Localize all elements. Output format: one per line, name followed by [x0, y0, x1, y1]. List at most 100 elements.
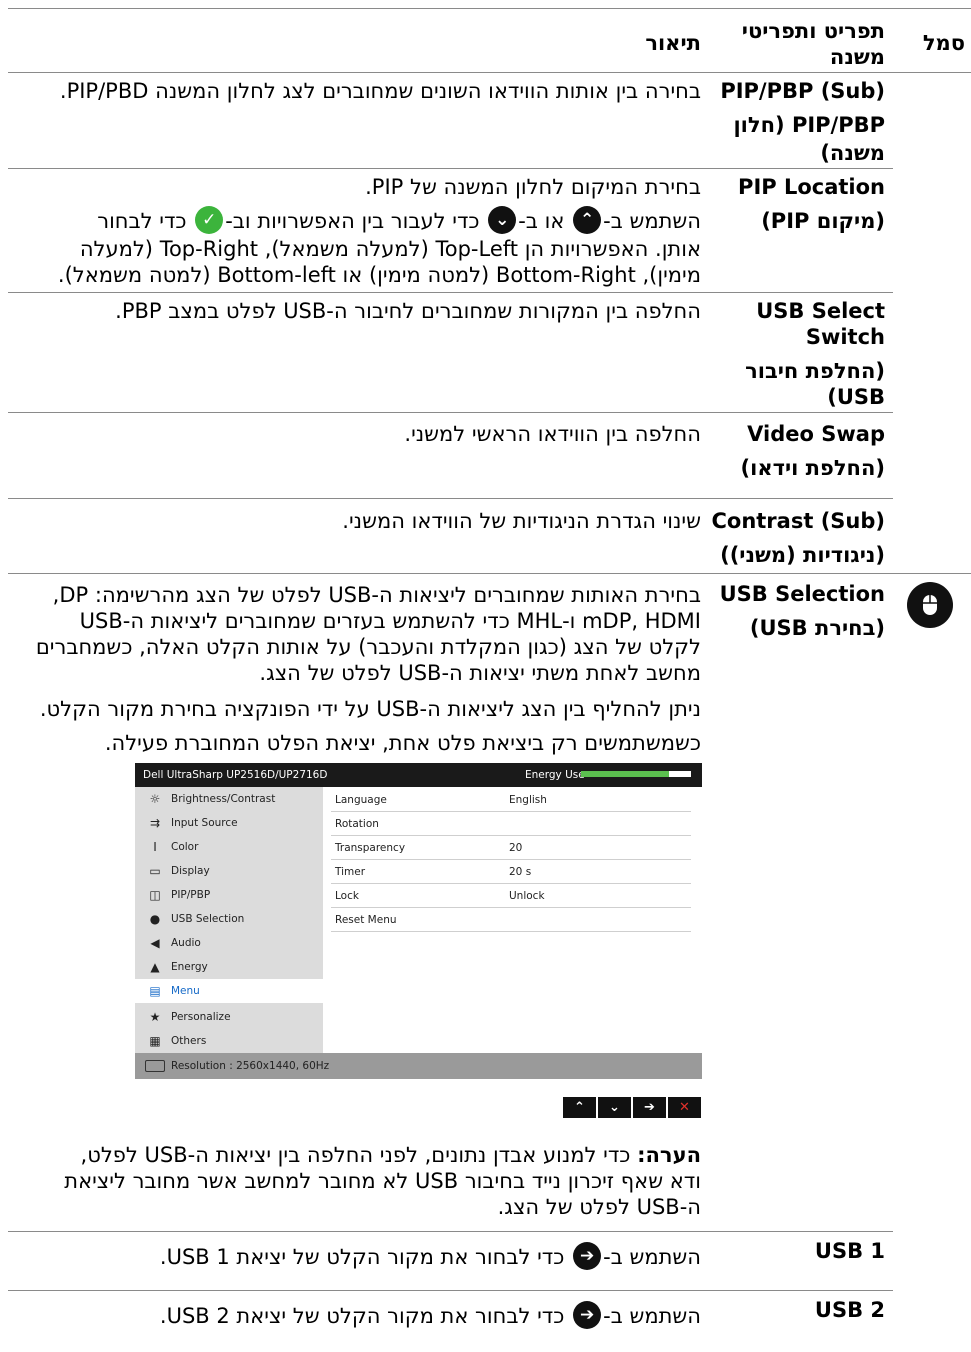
osd-menu-item-menu[interactable]: ▤ Menu — [135, 979, 323, 1003]
up-arrow-icon: ⌃ — [573, 206, 602, 234]
row-item: PIP/PBP (Sub) — [720, 79, 885, 103]
row-description: mDP, HDMI ו-MHL כדי להשתמש בעזרים שמחובר… — [79, 609, 701, 633]
header-item: תפריט ותפריטי — [741, 19, 885, 43]
osd-setting-row[interactable]: Language English — [331, 788, 691, 812]
row-item: PIP Location — [738, 175, 885, 199]
row-description: מימין), Bottom-Right (למטה מימין) או Bot… — [57, 263, 701, 287]
energy-use-fill — [581, 771, 669, 777]
row-item: Contrast (Sub) — [711, 509, 885, 533]
row-item: Video Swap — [747, 422, 885, 446]
osd-nav-buttons: ⌃ ⌄ ➔ ✕ — [563, 1097, 702, 1118]
osd-menu-screenshot: Dell UltraSharp UP2516D/UP2716D Energy U… — [135, 763, 702, 1079]
osd-status-bar: Resolution : 2560x1440, 60Hz — [135, 1053, 702, 1079]
right-arrow-icon: ➔ — [573, 1301, 602, 1329]
row-description: ניתן להחליף בין הצג ליציאות ה-USB על ידי… — [39, 697, 701, 721]
row-item: Switch — [805, 325, 885, 349]
header-rule — [8, 72, 971, 73]
header-item: משנה — [829, 45, 885, 69]
display-icon: ▭ — [149, 864, 161, 878]
osd-menu-item-others[interactable]: ▦ Others — [135, 1029, 323, 1053]
others-icon: ▦ — [149, 1034, 161, 1048]
row-description: מחשב לאחת משתי יציאות ה-USB לפלט של הצג. — [259, 661, 701, 685]
pip-icon: ◫ — [149, 888, 161, 902]
row-description: החלפה בין המקורות שמחוברים לחיבור ה-USB … — [115, 299, 701, 323]
close-button[interactable]: ✕ — [668, 1097, 701, 1118]
osd-setting-row[interactable]: Reset Menu — [331, 908, 691, 932]
note-label: הערה: — [637, 1143, 701, 1167]
up-button[interactable]: ⌃ — [563, 1097, 596, 1118]
osd-menu-list: ☼ Brightness/Contrast ⇉ Input Source І Colo… — [135, 787, 323, 1053]
energy-use-label: Energy Use — [525, 769, 585, 781]
note-line: ה-USB לפלט של הצג. — [497, 1195, 701, 1219]
row-item: USB Selection — [719, 582, 885, 606]
row-description: השתמש ב-➔ כדי לבחור את מקור הקלט של יציא… — [160, 1242, 701, 1272]
row-item: (החלפת וידאו) — [740, 456, 885, 480]
row-description: בחירה בין אותות הווידאו השונים שמחוברים … — [59, 79, 701, 103]
row-item: משנה) — [820, 141, 885, 165]
row-rule — [8, 573, 971, 574]
star-icon: ★ — [149, 1010, 161, 1024]
row-rule — [8, 168, 893, 169]
row-description: אותן. האפשרויות הן Top-Left (למעלה משמאל… — [79, 237, 701, 261]
note-line: הערה: כדי למנוע אבדן נתונים, לפני החלפה … — [80, 1143, 701, 1167]
row-item: (ניגודיות (משני)) — [720, 543, 885, 567]
resolution-icon — [145, 1060, 165, 1072]
right-arrow-button[interactable]: ➔ — [633, 1097, 666, 1118]
row-item: (החלפת חיבור — [745, 359, 885, 383]
osd-menu-item-energy[interactable]: ▲ Energy — [135, 955, 323, 979]
row-description: לקלט של הצג (כגון המקלדת והעכבר) על אותו… — [35, 635, 701, 659]
input-source-icon: ⇉ — [149, 816, 161, 830]
osd-menu-item-usb-selection[interactable]: ● USB Selection — [135, 907, 323, 931]
menu-icon: ▤ — [149, 984, 161, 998]
down-arrow-icon: ⌄ — [488, 206, 517, 234]
osd-settings-panel: Language English Rotation Transparency 20 … — [323, 787, 702, 1053]
osd-setting-row[interactable]: Rotation — [331, 812, 691, 836]
down-button[interactable]: ⌄ — [598, 1097, 631, 1118]
row-description: בחירת האותות שמחוברים ליציאות ה-USB לפלט… — [52, 583, 701, 607]
row-rule — [8, 1231, 893, 1232]
row-item-usb1: USB 1 — [814, 1239, 885, 1263]
osd-menu-item-audio[interactable]: ◀ Audio — [135, 931, 323, 955]
energy-use-meter — [581, 771, 691, 777]
mouse-icon — [907, 582, 953, 628]
row-rule — [8, 1290, 893, 1291]
row-rule — [8, 498, 893, 499]
row-rule — [8, 292, 893, 293]
osd-setting-row[interactable]: Lock Unlock — [331, 884, 691, 908]
row-description: השתמש ב-➔ כדי לבחור את מקור הקלט של יציא… — [160, 1301, 701, 1331]
osd-menu-item-color[interactable]: І Color — [135, 835, 323, 859]
row-item: (בחירת USB) — [749, 616, 885, 640]
row-description: כשמשתמשים רק ביציאת פלט אחת, יציאת הפלט … — [104, 731, 701, 755]
resolution-text: Resolution : 2560x1440, 60Hz — [171, 1060, 330, 1072]
check-icon: ✓ — [195, 206, 224, 234]
row-item: PIP/PBP (חלון — [733, 113, 885, 137]
header-symbol: סמל — [922, 31, 965, 55]
osd-menu-item-personalize[interactable]: ★ Personalize — [135, 1005, 323, 1029]
energy-icon: ▲ — [150, 960, 160, 974]
right-arrow-icon: ➔ — [573, 1242, 602, 1270]
color-icon: І — [153, 840, 157, 854]
row-description: שינוי הגדרת הניגודיות של הווידאו המשני. — [342, 509, 701, 533]
osd-menu-item-brightness[interactable]: ☼ Brightness/Contrast — [135, 787, 323, 811]
mouse-icon: ● — [149, 912, 161, 926]
osd-menu-item-display[interactable]: ▭ Display — [135, 859, 323, 883]
osd-menu-item-input-source[interactable]: ⇉ Input Source — [135, 811, 323, 835]
osd-title: Dell UltraSharp UP2516D/UP2716D — [143, 769, 328, 781]
row-description: בחירת המיקום לחלון המשנה של PIP. — [365, 175, 701, 199]
audio-icon: ◀ — [150, 936, 160, 950]
osd-setting-row[interactable]: Timer 20 s — [331, 860, 691, 884]
row-rule — [8, 412, 893, 413]
row-item: (מיקום PIP) — [761, 209, 885, 233]
row-item: USB Select — [756, 299, 885, 323]
osd-menu-item-pip[interactable]: ◫ PIP/PBP — [135, 883, 323, 907]
note-line: ודא שאף זיכרון נייד בחיבור USB לא מחובר … — [64, 1169, 701, 1193]
row-item: USB) — [827, 385, 885, 409]
osd-title-bar: Dell UltraSharp UP2516D/UP2716D Energy U… — [135, 763, 702, 787]
row-description: השתמש ב-⌃ או ב-⌄ כדי לעבור בין האפשרויות… — [97, 206, 701, 236]
brightness-icon: ☼ — [149, 792, 161, 806]
row-description: החלפה בין הווידאו הראשי למשני. — [404, 422, 701, 446]
header-description: תיאור — [645, 31, 701, 55]
osd-setting-row[interactable]: Transparency 20 — [331, 836, 691, 860]
top-rule — [8, 8, 971, 9]
row-item-usb2: USB 2 — [814, 1298, 885, 1322]
